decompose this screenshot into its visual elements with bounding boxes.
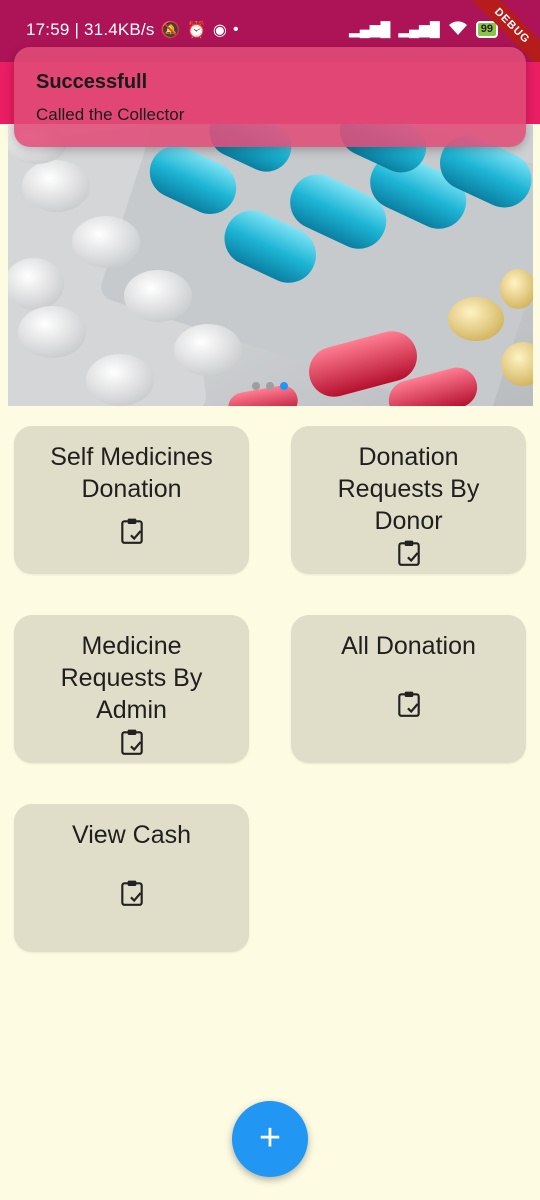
- snackbar-title: Successfull: [36, 71, 148, 93]
- clipboard-check-icon: [397, 540, 420, 566]
- carousel-dot-active[interactable]: [280, 382, 288, 390]
- signal-icon: ▂▄▆█: [349, 21, 391, 37]
- carousel-dot[interactable]: [266, 382, 274, 390]
- time-speed: 17:59 | 31.4KB/s: [26, 20, 155, 39]
- success-snackbar: Successfull Called the Collector: [14, 47, 526, 147]
- add-button[interactable]: +: [232, 1101, 308, 1177]
- clipboard-check-icon: [120, 729, 143, 755]
- snackbar-message: Called the Collector: [36, 105, 185, 124]
- clipboard-check-icon: [120, 880, 143, 906]
- medicine-pills-photo: [8, 124, 533, 406]
- donation-requests-by-donor-card[interactable]: Donation Requests By Donor: [291, 426, 526, 574]
- card-label: Medicine Requests By Admin: [60, 632, 203, 724]
- wifi-icon: [448, 20, 468, 39]
- more-notifications-icon: •: [233, 21, 239, 38]
- carousel-indicator[interactable]: [252, 382, 288, 390]
- clipboard-check-icon: [120, 518, 143, 544]
- card-label: Self Medicines Donation: [50, 443, 213, 503]
- self-medicines-donation-card[interactable]: Self Medicines Donation: [14, 426, 249, 574]
- card-label: View Cash: [71, 821, 192, 849]
- app-notification-icon: ◉: [212, 22, 228, 39]
- view-cash-card[interactable]: View Cash: [14, 804, 249, 952]
- status-left: 17:59 | 31.4KB/s 🔕 ⏰ ◉ •: [26, 20, 239, 40]
- carousel-dot[interactable]: [252, 382, 260, 390]
- notification-muted-icon: 🔕: [160, 22, 181, 39]
- all-donation-card[interactable]: All Donation: [291, 615, 526, 763]
- card-label: Donation Requests By Donor: [337, 443, 480, 535]
- signal-2-icon: ▂▄▆█: [398, 21, 440, 37]
- medicine-requests-by-admin-card[interactable]: Medicine Requests By Admin: [14, 615, 249, 763]
- plus-icon: +: [258, 1117, 282, 1159]
- clipboard-check-icon: [397, 691, 420, 717]
- status-right: ▂▄▆█ ▂▄▆█ 99: [349, 20, 498, 39]
- card-label: All Donation: [341, 632, 476, 660]
- alarm-icon: ⏰: [186, 22, 207, 39]
- image-carousel[interactable]: [8, 124, 533, 406]
